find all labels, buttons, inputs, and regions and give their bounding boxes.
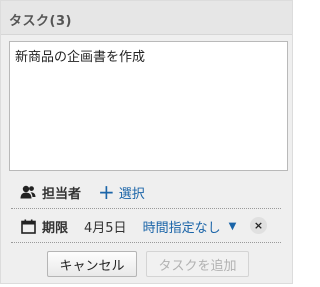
task-text-input[interactable]: 新商品の企画書を作成 [9, 41, 288, 171]
assignee-select-button[interactable]: + 選択 [98, 180, 145, 204]
assignee-row: 担当者 + 選択 [19, 181, 145, 203]
divider [11, 208, 281, 209]
plus-icon: + [98, 180, 115, 204]
clear-deadline-button[interactable]: × [250, 217, 267, 234]
deadline-label: 期限 [42, 220, 69, 236]
assignee-select-label: 選択 [118, 186, 145, 202]
deadline-date[interactable]: 4月5日 [84, 217, 127, 236]
cancel-button[interactable]: キャンセル [47, 251, 137, 277]
task-panel: タスク(3) 新商品の企画書を作成 担当者 + 選択 期限 4月5日 時間指定な… [0, 0, 293, 284]
person-icon [19, 183, 37, 201]
panel-title: タスク(3) [9, 14, 72, 29]
panel-header: タスク(3) [1, 1, 292, 35]
deadline-row: 期限 4月5日 時間指定なし ▼ [19, 215, 236, 237]
calendar-icon [19, 217, 37, 235]
time-select-dropdown[interactable]: 時間指定なし ▼ [143, 217, 237, 236]
divider [11, 242, 281, 243]
assignee-label: 担当者 [42, 186, 82, 202]
time-select-value: 時間指定なし [142, 220, 221, 236]
add-task-button[interactable]: タスクを追加 [146, 251, 249, 277]
caret-down-icon: ▼ [228, 220, 237, 232]
